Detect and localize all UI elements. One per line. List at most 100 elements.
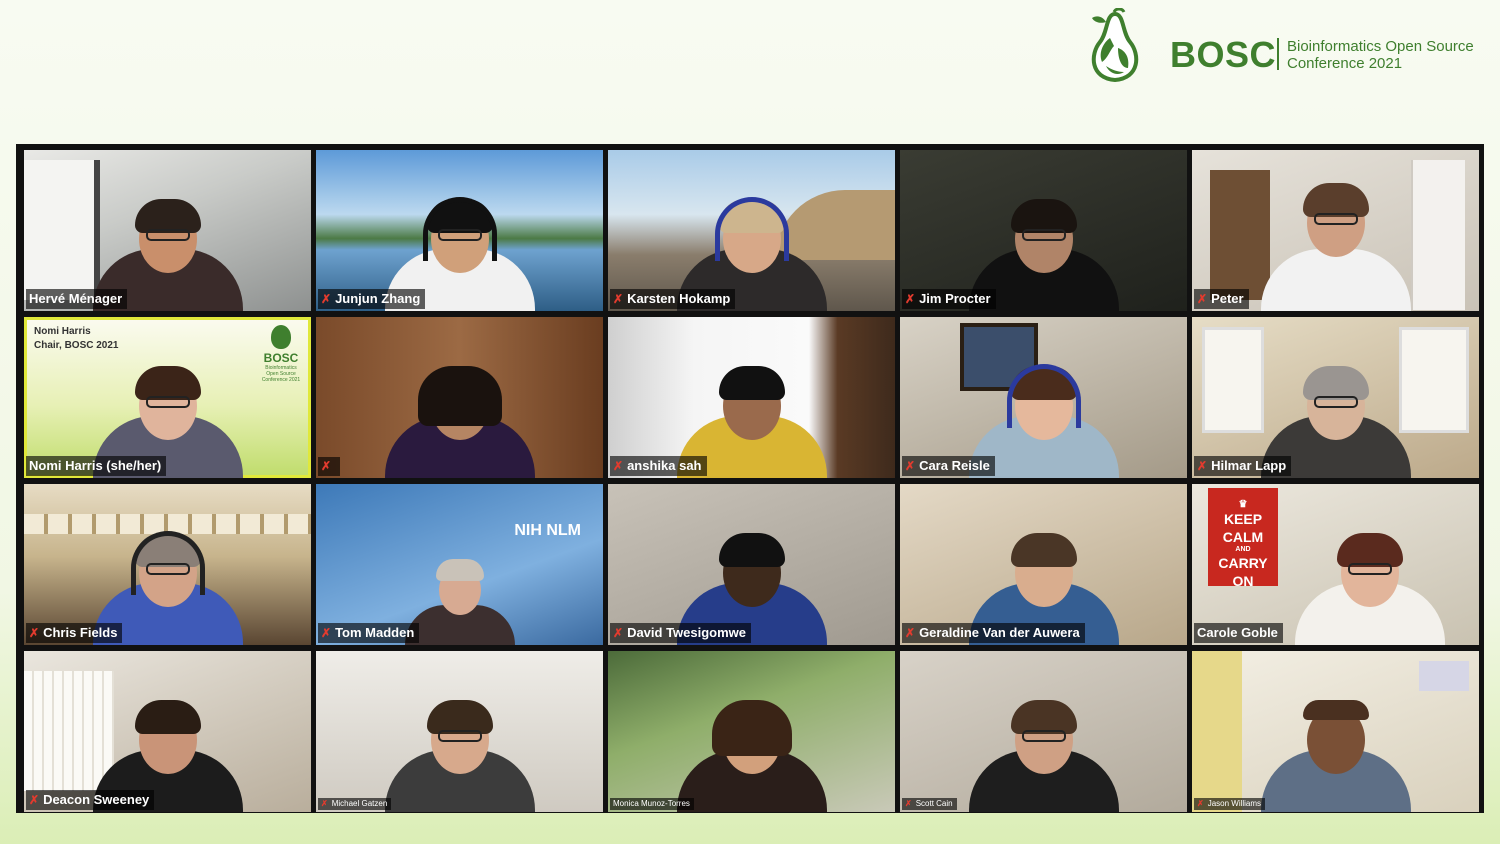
muted-mic-icon: ✗ [1197, 458, 1208, 473]
participant-name: Peter [1211, 291, 1244, 306]
participant-name: Geraldine Van der Auwera [919, 625, 1080, 640]
participant-nameplate: ✗ Michael Gatzen [318, 798, 392, 810]
participant-nameplate: Hervé Ménager [26, 289, 128, 309]
participant-nameplate: ✗ Junjun Zhang [318, 289, 426, 309]
participant-video [1260, 682, 1411, 812]
participant-name: Carole Goble [1197, 625, 1278, 640]
poster-line: CALM [1222, 529, 1264, 545]
video-tile[interactable]: ✗ anshika sah [608, 317, 895, 478]
poster-line: ON [1232, 573, 1254, 589]
chair-name: Nomi Harris [34, 326, 91, 337]
poster-line: AND [1235, 546, 1251, 553]
brand-divider [1277, 38, 1279, 70]
participant-name: Nomi Harris (she/her) [29, 458, 162, 473]
muted-mic-icon: ✗ [321, 625, 332, 640]
participant-nameplate: Carole Goble [1194, 623, 1283, 643]
participant-name: Jason Williams [1207, 799, 1262, 808]
participant-video [1294, 515, 1445, 645]
participant-video [968, 682, 1119, 812]
mini-bosc-logo: BOSC Bioinformatics Open Source Conferen… [261, 325, 301, 383]
muted-mic-icon: ✗ [321, 291, 332, 306]
participant-name: Karsten Hokamp [627, 291, 731, 306]
keep-calm-poster: ♛ KEEP CALM AND CARRY ON [1208, 488, 1278, 589]
muted-mic-icon: ✗ [1197, 291, 1208, 306]
muted-mic-icon: ✗ [613, 291, 624, 306]
participant-nameplate: ✗ Hilmar Lapp [1194, 456, 1292, 476]
muted-mic-icon: ✗ [29, 792, 40, 807]
poster-crown-icon: ♛ [1238, 499, 1248, 510]
participant-nameplate: ✗ Jim Procter [902, 289, 996, 309]
participant-nameplate: ✗ anshika sah [610, 456, 707, 476]
video-tile-active-speaker[interactable]: Nomi Harris Chair, BOSC 2021 BOSC Bioinf… [24, 317, 311, 478]
video-tile[interactable]: ✗ Chris Fields [24, 484, 311, 645]
participant-nameplate: ✗ Tom Madden [318, 623, 420, 643]
muted-mic-icon: ✗ [613, 458, 624, 473]
participant-nameplate: ✗ Karsten Hokamp [610, 289, 736, 309]
participant-video [384, 348, 535, 478]
participant-video [1260, 181, 1411, 311]
muted-mic-icon: ✗ [905, 291, 916, 306]
muted-mic-icon: ✗ [613, 625, 624, 640]
video-tile[interactable]: ✗ Scott Cain [900, 651, 1187, 812]
participant-nameplate: ✗ Geraldine Van der Auwera [902, 623, 1085, 643]
brand-subtitle-line2: Conference 2021 [1287, 55, 1403, 72]
muted-mic-icon: ✗ [905, 458, 916, 473]
mini-brand-sub: Bioinformatics Open Source Conference 20… [261, 365, 301, 383]
muted-mic-icon: ✗ [905, 799, 912, 808]
participant-name: Hilmar Lapp [1211, 458, 1287, 473]
brand-subtitle: Bioinformatics Open Source Conference 20… [1287, 38, 1474, 72]
participant-name: David Twesigomwe [627, 625, 747, 640]
participant-nameplate: ✗ Chris Fields [26, 623, 123, 643]
participant-nameplate: ✗ Jason Williams [1194, 798, 1266, 810]
participant-video [384, 682, 535, 812]
participant-nameplate: ✗ David Twesigomwe [610, 623, 752, 643]
mini-brand: BOSC [263, 351, 299, 365]
video-tile[interactable]: ✗ Jason Williams [1192, 651, 1479, 812]
participant-name: Cara Reisle [919, 458, 990, 473]
video-tile[interactable]: NIH NLM ✗ Tom Madden [316, 484, 603, 645]
participant-nameplate: ✗ Scott Cain [902, 798, 957, 810]
participant-nameplate: ✗ Deacon Sweeney [26, 790, 155, 810]
participant-name: Chris Fields [43, 625, 118, 640]
video-tile[interactable]: ✗ Geraldine Van der Auwera [900, 484, 1187, 645]
video-tile[interactable]: ✗ Cara Reisle [900, 317, 1187, 478]
participant-name: Hervé Ménager [29, 291, 123, 306]
participant-name: Michael Gatzen [331, 799, 388, 808]
participant-video [676, 682, 827, 812]
muted-mic-icon: ✗ [321, 459, 332, 473]
participant-nameplate: ✗ [318, 457, 341, 476]
video-tile[interactable]: ✗ Deacon Sweeney [24, 651, 311, 812]
participant-nameplate: ✗ Cara Reisle [902, 456, 995, 476]
video-tile[interactable]: Hervé Ménager [24, 150, 311, 311]
video-tile[interactable]: ✗ Hilmar Lapp [1192, 317, 1479, 478]
video-tile[interactable]: ✗ Michael Gatzen [316, 651, 603, 812]
video-tile[interactable]: ✗ Karsten Hokamp [608, 150, 895, 311]
participant-name: Deacon Sweeney [43, 792, 150, 807]
participant-name: anshika sah [627, 458, 702, 473]
muted-mic-icon: ✗ [29, 625, 40, 640]
pear-globe-icon [1091, 8, 1139, 82]
video-tile[interactable]: ✗ Peter [1192, 150, 1479, 311]
video-tile[interactable]: ✗ David Twesigomwe [608, 484, 895, 645]
participant-name: Junjun Zhang [335, 291, 421, 306]
participant-name: Jim Procter [919, 291, 991, 306]
bosc-logo: BOSC Bioinformatics Open Source Conferen… [1084, 8, 1496, 86]
participant-name: Tom Madden [335, 625, 415, 640]
muted-mic-icon: ✗ [1197, 799, 1204, 808]
muted-mic-icon: ✗ [321, 799, 328, 808]
video-tile[interactable]: ♛ KEEP CALM AND CARRY ON Carole Goble [1192, 484, 1479, 645]
video-tile[interactable]: ✗ Jim Procter [900, 150, 1187, 311]
video-tile[interactable]: Monica Munoz-Torres [608, 651, 895, 812]
participant-nameplate: Monica Munoz-Torres [610, 798, 694, 810]
participant-nameplate: Nomi Harris (she/her) [26, 456, 167, 476]
pear-globe-icon [271, 325, 291, 349]
participant-name: Monica Munoz-Torres [613, 799, 690, 808]
video-tile[interactable]: ✗ Junjun Zhang [316, 150, 603, 311]
poster-line: CARRY [1218, 555, 1268, 571]
participant-name: Scott Cain [915, 799, 953, 808]
participant-video [404, 555, 515, 645]
nih-nlm-logo: NIH NLM [514, 522, 581, 539]
brand-name: BOSC [1170, 34, 1277, 75]
video-gallery: Hervé Ménager ✗ Junjun Zhang ✗ Karsten Hok… [16, 144, 1484, 813]
video-tile[interactable]: ✗ [316, 317, 603, 478]
